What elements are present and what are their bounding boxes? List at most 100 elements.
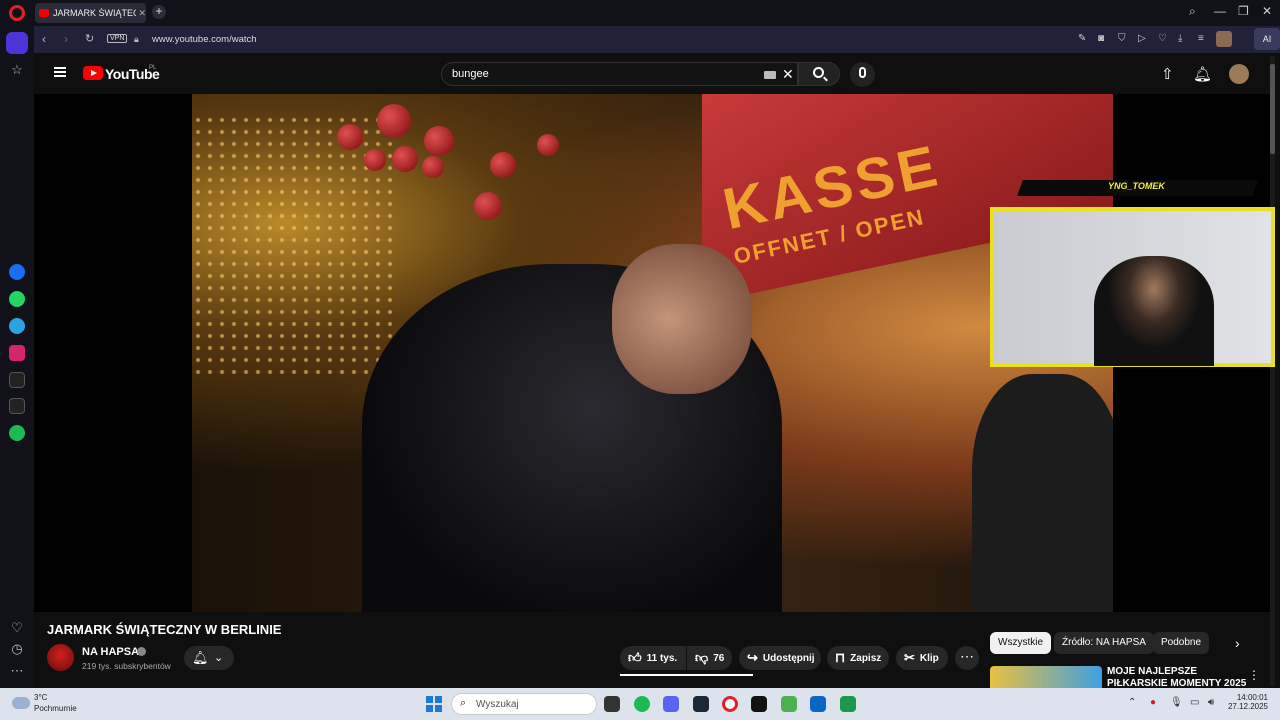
- share-button[interactable]: ↪ Udostępnij: [739, 646, 821, 670]
- search-input[interactable]: bungee ✕: [441, 62, 798, 86]
- subscription-bell-button[interactable]: 🔔︎ ⌄: [184, 646, 234, 670]
- channel-avatar[interactable]: [47, 644, 74, 671]
- browser-tab[interactable]: JARMARK ŚWIĄTECZNY W ✕: [35, 3, 146, 23]
- scrollbar-thumb[interactable]: [1270, 64, 1275, 154]
- webcam-overlay: [990, 207, 1275, 367]
- more-dots-icon[interactable]: ⋯: [8, 663, 26, 679]
- history-clock-icon[interactable]: ◷: [8, 641, 26, 657]
- search-query[interactable]: bungee: [452, 68, 489, 80]
- channel-name[interactable]: NA HAPSA: [82, 646, 139, 658]
- whatsapp-icon[interactable]: [9, 291, 25, 307]
- save-button[interactable]: ⊓ Zapisz: [827, 646, 889, 670]
- tray-chevron-up-icon[interactable]: ⌃: [1128, 697, 1136, 708]
- tab-search-icon[interactable]: ⌕: [1189, 4, 1196, 19]
- photos-taskbar-icon[interactable]: [810, 696, 826, 712]
- chip-similar[interactable]: Podobne: [1153, 632, 1210, 654]
- easy-setup-icon[interactable]: ≡: [1198, 33, 1204, 44]
- new-tab-button[interactable]: +: [152, 5, 166, 19]
- download-icon[interactable]: ⤓: [1178, 33, 1182, 44]
- messenger-icon[interactable]: [9, 264, 25, 280]
- recommendation-thumbnail[interactable]: [990, 666, 1102, 688]
- system-clock[interactable]: 14:00:01 27.12.2025: [1224, 693, 1268, 711]
- page-scrollbar[interactable]: [1270, 56, 1275, 686]
- heart-icon[interactable]: ♡: [1158, 33, 1167, 44]
- clip-button[interactable]: ✂ Klip: [896, 646, 948, 670]
- notifications-bell-icon[interactable]: 🔔︎: [1193, 65, 1212, 83]
- search-button[interactable]: [798, 62, 840, 86]
- snapshot-icon[interactable]: ◙: [1098, 33, 1104, 44]
- tray-mic-icon[interactable]: 🎙︎: [1170, 697, 1183, 708]
- steam-taskbar-icon[interactable]: [693, 696, 709, 712]
- like-button[interactable]: 👍︎ 11 tys.: [620, 646, 686, 670]
- chevron-right-icon[interactable]: ›: [1235, 635, 1240, 651]
- restore-button[interactable]: ❐: [1238, 4, 1249, 18]
- tray-network-icon[interactable]: ▭: [1190, 697, 1199, 708]
- video-frame[interactable]: KASSE OFFNET / OPEN: [192, 94, 1113, 612]
- x-twitter-icon[interactable]: [9, 398, 25, 414]
- vpn-badge[interactable]: VPN: [107, 34, 128, 43]
- chip-source[interactable]: Źródło: NA HAPSA: [1054, 632, 1154, 654]
- dislike-button[interactable]: 👎︎ 76: [687, 646, 732, 670]
- weather-temperature[interactable]: 3°C: [34, 693, 47, 702]
- like-ratio-bar: [620, 674, 753, 676]
- start-windows-icon[interactable]: [426, 696, 442, 712]
- bauble: [377, 104, 411, 138]
- tray-app-icon[interactable]: ●: [1150, 697, 1156, 708]
- cloud-icon[interactable]: [12, 697, 30, 709]
- share-label: Udostępnij: [762, 652, 815, 664]
- recommendation-menu-icon[interactable]: ⋮: [1248, 668, 1260, 682]
- task-view-icon[interactable]: [604, 696, 620, 712]
- recommendation-title[interactable]: MOJE NAJLEPSZE PIŁKARSKIE MOMENTY 2025: [1107, 666, 1247, 688]
- tab-strip: JARMARK ŚWIĄTECZNY W ✕ + ⌕ — ❐ ✕: [0, 0, 1280, 26]
- upload-icon[interactable]: ⇧: [1161, 65, 1174, 83]
- forward-icon[interactable]: ›: [64, 32, 68, 46]
- app-taskbar-icon[interactable]: [751, 696, 767, 712]
- video-title: JARMARK ŚWIĄTECZNY W BERLINIE: [47, 622, 282, 637]
- account-avatar[interactable]: [1229, 64, 1249, 84]
- aria-ai-button[interactable]: AI: [1254, 28, 1280, 50]
- opera-taskbar-icon[interactable]: [722, 696, 738, 712]
- clear-search-icon[interactable]: ✕: [782, 66, 794, 83]
- profile-avatar[interactable]: [1216, 31, 1232, 47]
- spotify-icon[interactable]: [9, 425, 25, 441]
- discord-taskbar-icon[interactable]: [663, 696, 679, 712]
- favorites-heart-icon[interactable]: ♡: [8, 620, 26, 636]
- youtube-logo-icon[interactable]: [83, 66, 103, 80]
- bauble: [474, 192, 502, 220]
- edit-icon[interactable]: ✎: [1078, 33, 1086, 44]
- search-icon: [813, 67, 824, 78]
- game-taskbar-icon[interactable]: [840, 696, 856, 712]
- browser-sidebar: ☆ ♡ ◷ ⋯: [0, 26, 34, 688]
- close-window-button[interactable]: ✕: [1262, 4, 1272, 18]
- thumbs-up-icon: 👍︎: [628, 650, 642, 665]
- bauble: [490, 152, 516, 178]
- tiktok-icon[interactable]: [9, 372, 25, 388]
- chip-all[interactable]: Wszystkie: [990, 632, 1051, 654]
- voice-search-button[interactable]: [850, 62, 875, 87]
- weather-description[interactable]: Pochmurnie: [34, 704, 77, 713]
- back-icon[interactable]: ‹: [42, 32, 46, 46]
- home-sidebar-icon[interactable]: [6, 32, 28, 54]
- keyboard-icon[interactable]: [764, 71, 776, 79]
- minimize-button[interactable]: —: [1214, 4, 1226, 18]
- streamer-figure: [1094, 256, 1214, 366]
- url-field[interactable]: www.youtube.com/watch: [152, 34, 257, 45]
- tab-close-icon[interactable]: ✕: [138, 8, 146, 19]
- opera-menu-icon[interactable]: [9, 5, 25, 21]
- more-actions-button[interactable]: ⋯: [955, 646, 979, 670]
- spotify-taskbar-icon[interactable]: [634, 696, 650, 712]
- shield-icon[interactable]: ⛉: [1118, 33, 1126, 44]
- telegram-icon[interactable]: [9, 318, 25, 334]
- menu-hamburger-icon[interactable]: [54, 67, 66, 77]
- reload-icon[interactable]: ↻: [85, 32, 94, 45]
- lock-icon[interactable]: 🔒︎: [134, 34, 139, 45]
- files-taskbar-icon[interactable]: [781, 696, 797, 712]
- taskbar-search[interactable]: ⌕ Wyszukaj: [451, 693, 597, 715]
- tray-volume-icon[interactable]: 🔊︎: [1208, 697, 1214, 708]
- player-icon[interactable]: ▷: [1138, 33, 1146, 44]
- youtube-header: YouTube PL bungee ✕ ⇧ 🔔︎: [34, 53, 1280, 94]
- bookmarks-star-icon[interactable]: ☆: [8, 62, 26, 78]
- person-head: [612, 244, 752, 394]
- like-count: 11 tys.: [646, 652, 678, 664]
- instagram-icon[interactable]: [9, 345, 25, 361]
